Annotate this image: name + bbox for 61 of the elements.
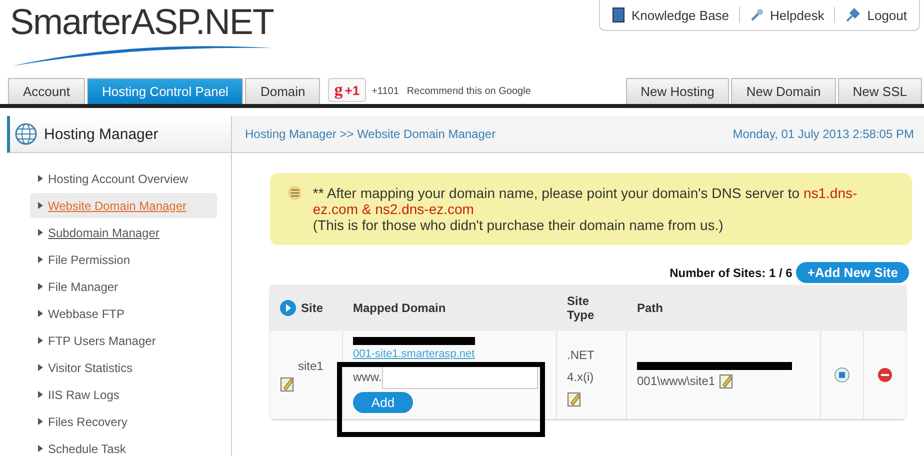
pencil-note-icon[interactable]: [567, 390, 582, 406]
add-site-button[interactable]: +Add New Site: [796, 262, 909, 283]
sidebar-item[interactable]: File Manager: [30, 274, 217, 299]
site-type: .NET 4.x(i): [567, 346, 596, 386]
nav-tab[interactable]: Account: [8, 78, 85, 104]
logo-text: SmarterASP.NET: [10, 2, 274, 42]
triangle-icon: [38, 364, 43, 371]
remove-icon[interactable]: [877, 367, 893, 383]
book-icon: [612, 7, 626, 23]
www-prefix: www.: [353, 370, 382, 384]
nav-tab[interactable]: Domain: [245, 78, 320, 104]
sidebar-item[interactable]: File Permission: [30, 247, 217, 272]
triangle-icon: [38, 256, 43, 263]
column-header: Site: [301, 301, 324, 315]
triangle-icon: [38, 310, 43, 317]
sidebar-item[interactable]: Visitor Statistics: [30, 355, 217, 380]
add-button[interactable]: Add: [353, 392, 413, 413]
nav-tab[interactable]: Hosting Control Panel: [86, 78, 244, 104]
stop-icon[interactable]: [834, 367, 850, 383]
triangle-icon: [38, 445, 43, 452]
play-circle-icon[interactable]: [280, 300, 296, 316]
sidebar-item[interactable]: Schedule Task: [30, 436, 217, 456]
site-name: site1: [297, 358, 324, 372]
column-header: Mapped Domain: [353, 301, 446, 315]
recommend-text: Recommend this on Google: [406, 86, 531, 96]
top-link[interactable]: Knowledge Base: [612, 7, 730, 23]
sidebar-item[interactable]: Subdomain Manager: [30, 220, 217, 245]
top-link[interactable]: Helpdesk: [750, 8, 824, 22]
triangle-icon: [38, 337, 43, 344]
sidebar-item[interactable]: FTP Users Manager: [30, 328, 217, 353]
column-header: Path: [637, 301, 664, 315]
sidebar-item[interactable]: Webbase FTP: [30, 301, 217, 326]
sites-count: Number of Sites: 1 / 6: [670, 266, 792, 280]
pencil-note-icon[interactable]: [719, 372, 734, 388]
triangle-icon: [38, 175, 43, 182]
triangle-icon: [38, 418, 43, 425]
column-header: Site Type: [567, 294, 596, 322]
speech-bubble-icon: [286, 185, 301, 201]
triangle-icon: [38, 283, 43, 290]
domain-input[interactable]: [382, 365, 538, 389]
datetime-text: Monday, 01 July 2013 2:58:05 PM: [732, 127, 914, 141]
pencil-note-icon[interactable]: [280, 376, 295, 392]
triangle-icon: [38, 391, 43, 398]
notice-text: ** After mapping your domain name, please point your domain's DNS server to ns1.dns-ez.com & ns2.dns-ez.com (This is for those who didn't purchase their domain name from us.): [312, 185, 858, 233]
triangle-icon: [38, 202, 43, 209]
google-plus-button[interactable]: g+1: [328, 78, 366, 102]
plug-icon: [845, 7, 862, 23]
nav-tab[interactable]: New Domain: [731, 78, 836, 104]
plus-count: +1101: [372, 86, 399, 96]
sidebar-item[interactable]: Hosting Account Overview: [30, 166, 217, 191]
sidebar-item[interactable]: Files Recovery: [30, 409, 217, 434]
wrench-icon: [750, 8, 764, 22]
path-text: 001\www\site1: [637, 374, 716, 388]
nav-tab[interactable]: New Hosting: [626, 78, 730, 104]
top-link[interactable]: Logout: [845, 7, 907, 23]
sidebar-item[interactable]: IIS Raw Logs: [30, 382, 217, 407]
triangle-icon: [38, 229, 43, 236]
nav-tab[interactable]: New SSL: [838, 78, 922, 104]
globe-icon: [14, 122, 38, 146]
breadcrumb: Hosting Manager >> Website Domain Manager: [245, 127, 496, 141]
sidebar-title: Hosting Manager: [44, 126, 158, 142]
